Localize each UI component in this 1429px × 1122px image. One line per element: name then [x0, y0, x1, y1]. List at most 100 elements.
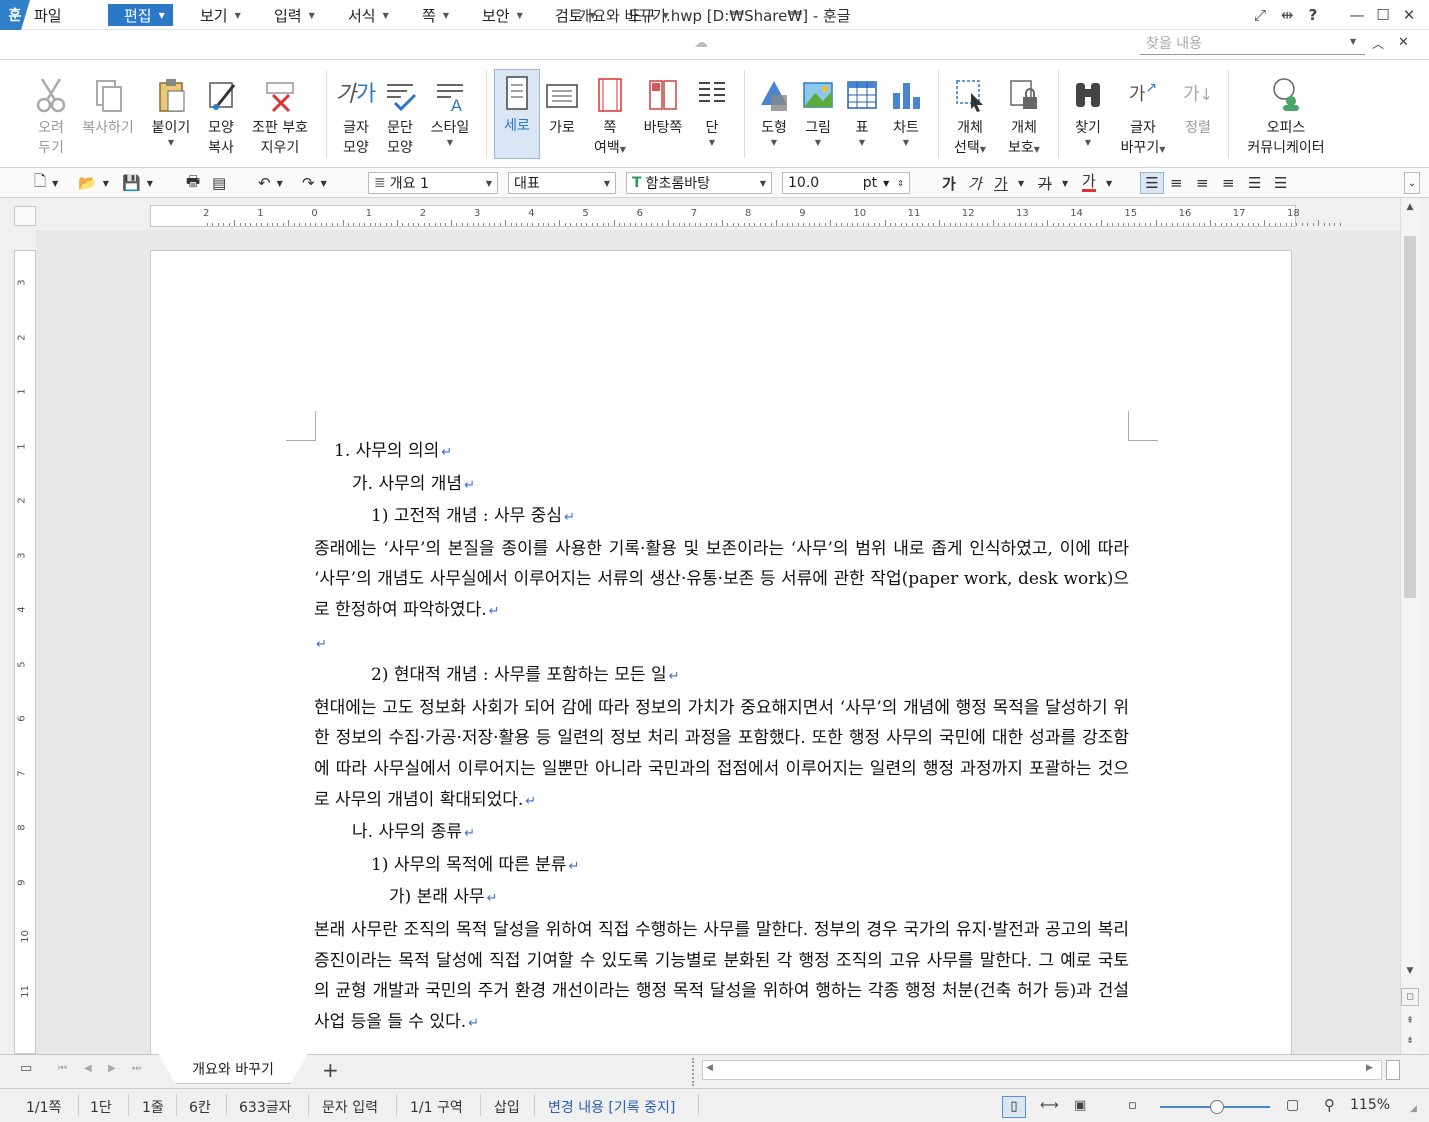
document-body[interactable]: 1. 사무의 의의 ↵ 가. 사무의 개념 ↵ 1) 고전적 개념 : 사무 중심 ↵ 종래…	[314, 436, 1129, 1039]
scroll-down-arrow-icon[interactable]: ▼	[1401, 962, 1419, 980]
scroll-up-arrow-icon[interactable]: ▲	[1401, 198, 1419, 216]
sort-button[interactable]: 가 ↓ 정렬	[1176, 72, 1220, 138]
ruler-corner-icon[interactable]	[14, 206, 36, 226]
tab-list-icon[interactable]: ▭	[20, 1061, 32, 1076]
horizontal-ruler[interactable]: 2 1 0 1 2 3 4 5 6 7 8 9 10 11 12 13 14 15 16 17 18	[150, 205, 1341, 227]
new-doc-icon[interactable]: 🗋 ▼	[34, 172, 58, 194]
first-tab-icon[interactable]: ⏮	[58, 1063, 67, 1074]
menu-edit[interactable]: 편집 ▼	[108, 4, 173, 26]
zoom-slider-knob[interactable]	[1210, 1100, 1224, 1114]
align-justify-icon[interactable]: ☰	[1140, 172, 1164, 194]
align-center-icon[interactable]: ≡	[1196, 172, 1209, 194]
next-tab-icon[interactable]: ▶	[108, 1063, 116, 1074]
open-folder-icon[interactable]: 📂 ▼	[78, 172, 109, 194]
align-divide-icon[interactable]: ☰	[1274, 172, 1287, 194]
cut-button[interactable]: 오려 두기	[28, 72, 74, 158]
outline-heading[interactable]: 1) 고전적 개념 : 사무 중심 ↵	[314, 501, 1129, 534]
picture-button[interactable]: 그림 ▼	[796, 72, 840, 148]
find-button[interactable]: 찾기 ▼	[1066, 72, 1110, 148]
outline-heading[interactable]: 가. 사무의 개념 ↵	[314, 469, 1129, 502]
align-distribute-icon[interactable]: ☰	[1248, 172, 1261, 194]
prev-tab-icon[interactable]: ◀	[84, 1063, 92, 1074]
zoom-out-icon[interactable]: ▫	[1128, 1098, 1137, 1113]
menu-page[interactable]: 쪽 ▼	[422, 4, 449, 26]
status-insert-mode[interactable]: 삽입	[494, 1097, 520, 1117]
close-doc-icon[interactable]: ✕	[1398, 35, 1409, 50]
body-paragraph[interactable]: 현대에는 고도 정보화 사회가 되어 감에 따라 정보의 가치가 중요해지면서 …	[314, 693, 1129, 817]
preview-icon[interactable]: ▤	[212, 172, 226, 194]
horizontal-scrollbar[interactable]	[702, 1060, 1382, 1080]
status-input-mode[interactable]: 문자 입력	[322, 1097, 378, 1117]
menu-tools[interactable]: 도구 ▼	[628, 4, 669, 26]
save-icon[interactable]: 💾 ▼	[122, 172, 153, 194]
para-shape-button[interactable]: 문단 모양	[378, 72, 422, 158]
shape-button[interactable]: 도형 ▼	[752, 72, 796, 148]
char-shape-button[interactable]: 가가 글자 모양	[334, 72, 378, 158]
office-communicator-button[interactable]: 오피스 커뮤니케이터	[1238, 72, 1334, 158]
font-select[interactable]: T 함초롬바탕 ▼	[626, 172, 772, 194]
style-select[interactable]: ≣ 개요 1 ▼	[368, 172, 498, 194]
underline-dropdown-icon[interactable]: ▼	[1018, 172, 1024, 194]
language-select[interactable]: 대표 ▼	[508, 172, 616, 194]
paste-button[interactable]: 붙이기 ▼	[146, 72, 196, 148]
menu-insert[interactable]: 입력 ▼	[274, 4, 315, 26]
body-paragraph[interactable]: ↵	[314, 628, 1129, 661]
minimize-icon[interactable]: —	[1346, 4, 1368, 26]
vertical-ruler[interactable]: 3 2 1 1 2 3 4 5 6 7 8 9 10 11	[14, 250, 36, 1054]
menu-format[interactable]: 서식 ▼	[348, 4, 389, 26]
maximize-icon[interactable]: ☐	[1372, 4, 1394, 26]
redo-icon[interactable]: ↷ ▼	[302, 172, 327, 194]
strike-button[interactable]: 가	[1038, 172, 1052, 194]
split-view-icon[interactable]: ⇹	[1276, 4, 1298, 26]
chart-button[interactable]: 차트 ▼	[884, 72, 928, 148]
outline-heading[interactable]: 1. 사무의 의의 ↵	[314, 436, 1129, 469]
help-icon[interactable]: ?	[1302, 4, 1324, 26]
outline-heading[interactable]: 나. 사무의 종류 ↵	[314, 817, 1129, 850]
menu-view[interactable]: 보기 ▼	[200, 4, 241, 26]
underline-button[interactable]: 가	[994, 172, 1008, 194]
fit-width-icon[interactable]: ⟷	[1040, 1098, 1059, 1113]
copy-button[interactable]: 복사하기	[78, 72, 138, 138]
zoom-level[interactable]: 115%	[1350, 1097, 1390, 1113]
magnifier-icon[interactable]: ⚲	[1324, 1096, 1335, 1114]
object-select-button[interactable]: 개체 선택▼	[946, 72, 994, 158]
close-icon[interactable]: ✕	[1398, 4, 1420, 26]
add-tab-button[interactable]: +	[322, 1058, 339, 1082]
outline-heading[interactable]: 가) 본래 사무 ↵	[314, 882, 1129, 915]
menu-file[interactable]: 파일	[34, 4, 62, 26]
page-margin-button[interactable]: 쪽 여백▼	[588, 72, 632, 158]
vertical-scroll-thumb[interactable]	[1404, 236, 1416, 598]
cloud-icon[interactable]: ☁	[694, 35, 708, 51]
strike-dropdown-icon[interactable]: ▼	[1062, 172, 1068, 194]
table-button[interactable]: 표 ▼	[840, 72, 884, 148]
replace-button[interactable]: 가 ↗ 글자 바꾸기▼	[1114, 72, 1172, 158]
page-layout-view-icon[interactable]: ▯	[1002, 1096, 1026, 1118]
scroll-left-arrow-icon[interactable]: ◀	[706, 1063, 713, 1073]
body-paragraph[interactable]: 본래 사무란 조직의 목적 달성을 위하여 직접 수행하는 사무를 말한다. 정…	[314, 915, 1129, 1039]
outline-heading[interactable]: 1) 사무의 목적에 따른 분류 ↵	[314, 850, 1129, 883]
vertical-page-button[interactable]: 세로	[494, 69, 540, 159]
resize-grip-icon[interactable]: ◢	[1410, 1104, 1417, 1114]
zoom-in-icon[interactable]: ▢	[1286, 1097, 1299, 1113]
toolbar-more-icon[interactable]: ⌄	[1404, 172, 1420, 194]
scroll-right-arrow-icon[interactable]: ▶	[1366, 1063, 1373, 1073]
page-view-icon[interactable]: ◻	[1401, 988, 1419, 1006]
italic-button[interactable]: 가	[968, 172, 982, 194]
find-dropdown-icon[interactable]: ▼	[1350, 37, 1356, 46]
prev-page-icon[interactable]: ⇞	[1401, 1012, 1419, 1030]
tab-document[interactable]: 개요와 바꾸기	[158, 1054, 308, 1084]
horizontal-page-button[interactable]: 가로	[540, 72, 584, 138]
print-icon[interactable]: 🖶	[186, 172, 200, 194]
font-color-dropdown-icon[interactable]: ▼	[1106, 172, 1112, 194]
splitter-handle[interactable]	[692, 1058, 698, 1086]
collapse-ribbon-icon[interactable]: ︿	[1372, 35, 1384, 52]
outline-heading[interactable]: 2) 현대적 개념 : 사무를 포함하는 모든 일 ↵	[314, 660, 1129, 693]
format-copy-button[interactable]: 모양 복사	[198, 72, 244, 158]
bold-button[interactable]: 가	[942, 172, 956, 194]
full-page-icon[interactable]: ▣	[1074, 1098, 1086, 1113]
font-size-input[interactable]: 10.0 pt ▼ ⇕	[782, 172, 910, 194]
find-input[interactable]: 찾을 내용	[1140, 33, 1365, 55]
last-tab-icon[interactable]: ⏭	[132, 1063, 141, 1074]
status-track-changes[interactable]: 변경 내용 [기록 중지]	[548, 1097, 675, 1117]
align-right-icon[interactable]: ≡	[1222, 172, 1235, 194]
